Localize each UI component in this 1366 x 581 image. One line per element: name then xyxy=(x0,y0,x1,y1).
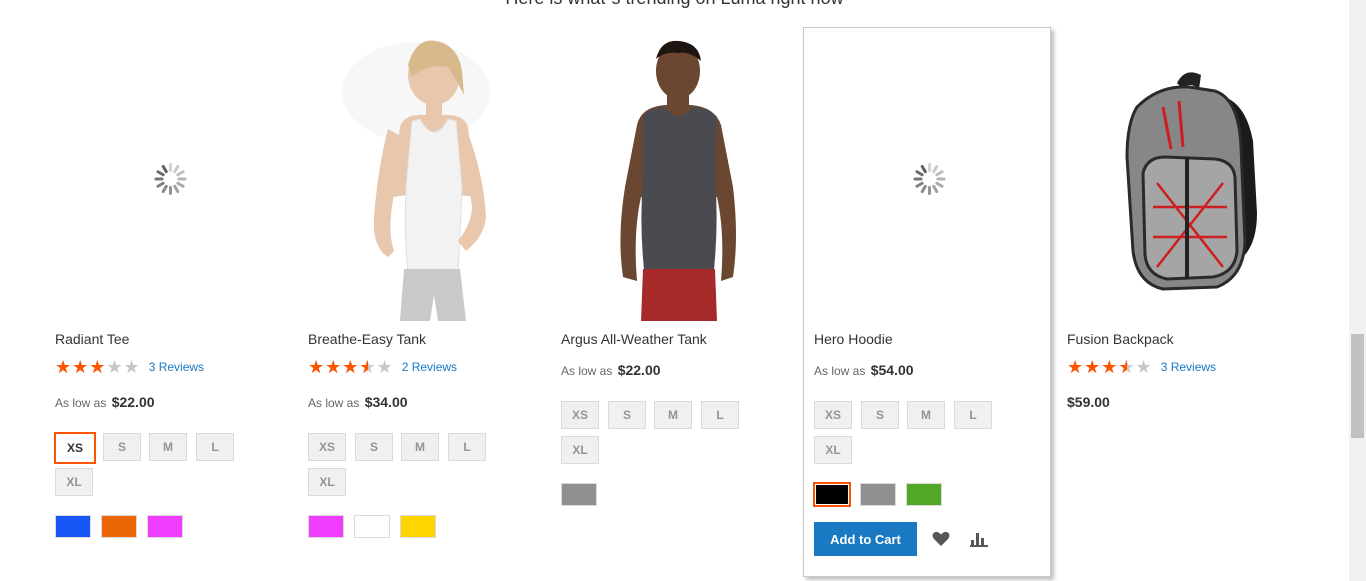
product-price: As low as $34.00 xyxy=(308,394,408,410)
reviews-link[interactable]: 3 Reviews xyxy=(1161,360,1216,374)
color-swatch-purple[interactable] xyxy=(308,515,344,538)
bar-chart-icon[interactable] xyxy=(965,525,993,553)
page-scrollbar[interactable] xyxy=(1349,0,1366,581)
product-rating: ★★★★★★★★★★ 3 Reviews xyxy=(1067,357,1216,377)
size-option-xl[interactable]: XL xyxy=(561,436,599,464)
size-option-m[interactable]: M xyxy=(907,401,945,429)
product-image-loading[interactable] xyxy=(55,37,285,321)
color-swatch-purple[interactable] xyxy=(147,515,183,538)
size-option-xs[interactable]: XS xyxy=(814,401,852,429)
size-option-l[interactable]: L xyxy=(954,401,992,429)
size-option-l[interactable]: L xyxy=(196,433,234,461)
size-option-xl[interactable]: XL xyxy=(814,436,852,464)
price-value: $22.00 xyxy=(111,394,155,410)
product-name-link[interactable]: Radiant Tee xyxy=(55,331,129,347)
size-option-m[interactable]: M xyxy=(149,433,187,461)
price-value: $34.00 xyxy=(364,394,408,410)
size-option-xl[interactable]: XL xyxy=(308,468,346,496)
woman-white-tank-image xyxy=(308,37,538,321)
product-grid: Radiant Tee ★★★★★★★★★★ 3 Reviews As low … xyxy=(0,0,1349,581)
color-swatch-blue[interactable] xyxy=(55,515,91,538)
price-prefix: As low as xyxy=(308,396,360,410)
product-image[interactable] xyxy=(1067,37,1297,321)
color-swatch-yellow[interactable] xyxy=(400,515,436,538)
size-option-m[interactable]: M xyxy=(654,401,692,429)
product-name-link[interactable]: Hero Hoodie xyxy=(814,331,893,347)
color-swatch-white[interactable] xyxy=(354,515,390,538)
reviews-link[interactable]: 2 Reviews xyxy=(402,360,457,374)
price-value: $54.00 xyxy=(870,362,914,378)
scrollbar-thumb[interactable] xyxy=(1351,334,1364,438)
price-value: $59.00 xyxy=(1067,394,1110,410)
product-price: As low as $22.00 xyxy=(561,362,661,378)
size-option-s[interactable]: S xyxy=(355,433,393,461)
size-option-l[interactable]: L xyxy=(701,401,739,429)
product-price: As low as $54.00 xyxy=(814,362,914,378)
size-option-s[interactable]: S xyxy=(861,401,899,429)
price-prefix: As low as xyxy=(55,396,107,410)
gray-backpack-image xyxy=(1067,37,1297,321)
loading-spinner-icon xyxy=(913,163,945,195)
color-swatch-green[interactable] xyxy=(906,483,942,506)
man-gray-tank-image xyxy=(561,37,791,321)
product-name-link[interactable]: Fusion Backpack xyxy=(1067,331,1174,347)
product-name-link[interactable]: Breathe-Easy Tank xyxy=(308,331,426,347)
product-rating: ★★★★★★★★★★ 2 Reviews xyxy=(308,357,457,377)
product-price: $59.00 xyxy=(1067,394,1110,410)
star-rating-icon: ★★★★★★★★★★ xyxy=(1067,357,1153,377)
product-image-loading[interactable] xyxy=(814,37,1044,321)
star-rating-icon: ★★★★★★★★★★ xyxy=(308,357,394,377)
product-image[interactable] xyxy=(561,37,791,321)
product-actions: Add to Cart xyxy=(814,522,993,556)
loading-spinner-icon xyxy=(154,163,186,195)
add-to-cart-button[interactable]: Add to Cart xyxy=(814,522,917,556)
product-rating: ★★★★★★★★★★ 3 Reviews xyxy=(55,357,204,377)
price-prefix: As low as xyxy=(561,364,613,378)
heart-icon[interactable] xyxy=(927,525,955,553)
size-option-xl[interactable]: XL xyxy=(55,468,93,496)
size-option-s[interactable]: S xyxy=(103,433,141,461)
color-swatch-orange[interactable] xyxy=(101,515,137,538)
color-swatch-gray[interactable] xyxy=(561,483,597,506)
size-option-xs[interactable]: XS xyxy=(308,433,346,461)
reviews-link[interactable]: 3 Reviews xyxy=(149,360,204,374)
star-rating-icon: ★★★★★★★★★★ xyxy=(55,357,141,377)
color-swatch-gray[interactable] xyxy=(860,483,896,506)
size-option-m[interactable]: M xyxy=(401,433,439,461)
product-image[interactable] xyxy=(308,37,538,321)
price-prefix: As low as xyxy=(814,364,866,378)
size-option-xs[interactable]: XS xyxy=(561,401,599,429)
price-value: $22.00 xyxy=(617,362,661,378)
product-price: As low as $22.00 xyxy=(55,394,155,410)
size-option-l[interactable]: L xyxy=(448,433,486,461)
product-name-link[interactable]: Argus All-Weather Tank xyxy=(561,331,707,347)
size-option-s[interactable]: S xyxy=(608,401,646,429)
size-option-xs[interactable]: XS xyxy=(54,432,96,464)
color-swatch-black[interactable] xyxy=(813,482,851,507)
